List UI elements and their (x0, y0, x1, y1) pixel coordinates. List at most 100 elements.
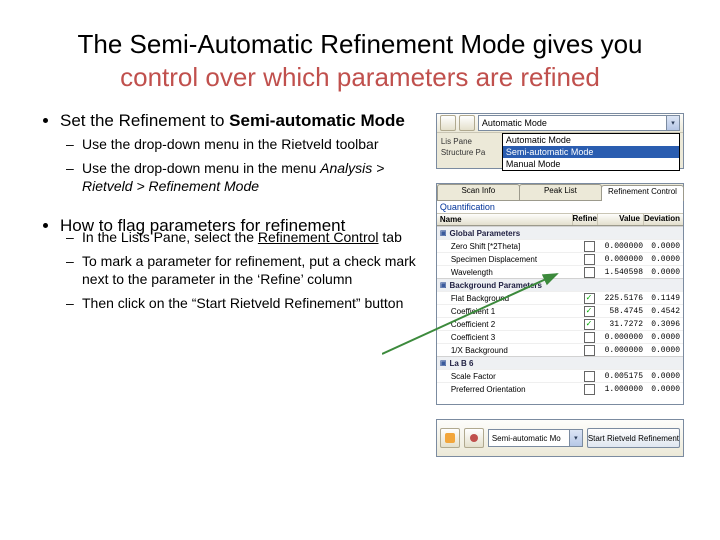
param-row: Flat Background ✓ 225.51760.1149 (437, 291, 683, 304)
text-column: Set the Refinement to Semi-automatic Mod… (36, 111, 426, 332)
refine-checkbox[interactable] (584, 267, 595, 278)
bullet-2-sub-1: In the Lists Pane, select the Refinement… (82, 228, 426, 246)
param-value: 0.000000 (601, 242, 646, 251)
refine-checkbox[interactable] (584, 332, 595, 343)
combo-value: Automatic Mode (482, 118, 547, 128)
refine-checkbox[interactable] (584, 371, 595, 382)
col-name: Name (437, 214, 573, 225)
bullet-2-sub-3: Then click on the “Start Rietveld Refine… (82, 294, 426, 312)
tab-peak-list[interactable]: Peak List (519, 184, 602, 200)
param-row: Zero Shift [*2Theta] 0.0000000.0000 (437, 239, 683, 252)
refine-checkbox[interactable]: ✓ (584, 293, 595, 304)
parameter-list: Global Parameters Zero Shift [*2Theta] 0.0… (437, 226, 683, 404)
screenshot-column: Automatic Mode Lis Pane Structure Pa Aut… (436, 111, 684, 457)
param-value: 1.540598 (601, 268, 646, 277)
refine-cell (577, 332, 601, 343)
param-name: Preferred Orientation (437, 385, 577, 394)
toolbar-button-icon[interactable] (459, 115, 475, 131)
param-group[interactable]: Background Parameters (437, 278, 683, 291)
param-row: Coefficient 2✓31.72720.3096 (437, 317, 683, 330)
chevron-down-icon[interactable] (666, 116, 679, 130)
pane-labels: Lis Pane Structure Pa (441, 136, 499, 158)
mode-combo[interactable]: Semi-automatic Mo (488, 429, 583, 447)
refinement-mode-combo[interactable]: Automatic Mode (478, 115, 680, 131)
refine-cell (577, 254, 601, 265)
refine-checkbox[interactable] (584, 384, 595, 395)
column-headers: Name Refine Value Deviation (437, 214, 683, 226)
refine-cell: ✓ (577, 306, 601, 317)
screenshot-start-toolbar: Semi-automatic Mo Start Rietveld Refinem… (436, 419, 684, 457)
param-name: Specimen Displacement (437, 255, 577, 264)
refine-checkbox[interactable] (584, 254, 595, 265)
screenshot-refinement-control: Scan Info Peak List Refinement Control Q… (436, 183, 684, 405)
param-row: Coefficient 3 0.0000000.0000 (437, 330, 683, 343)
mode-option-automatic[interactable]: Automatic Mode (503, 134, 679, 146)
param-deviation: 0.1149 (646, 294, 683, 303)
param-name: Flat Background (437, 294, 577, 303)
param-deviation: 0.4542 (646, 307, 683, 316)
refine-cell (577, 345, 601, 356)
tab-refinement-control[interactable]: Refinement Control (601, 185, 684, 201)
refine-cell: ✓ (577, 319, 601, 330)
param-deviation: 0.0000 (646, 242, 683, 251)
slide-body: Set the Refinement to Semi-automatic Mod… (36, 111, 684, 457)
param-name: Coefficient 1 (437, 307, 577, 316)
slide: The Semi-Automatic Refinement Mode gives… (0, 0, 720, 540)
refine-cell (577, 384, 601, 395)
param-row: Preferred Orientation 1.0000000.0000 (437, 382, 683, 395)
bullet-1-sub-2: Use the drop-down menu in the menu Analy… (82, 159, 426, 195)
param-value: 225.5176 (601, 294, 646, 303)
start-rietveld-button[interactable]: Start Rietveld Refinement (587, 428, 680, 448)
refine-checkbox[interactable]: ✓ (584, 319, 595, 330)
param-value: 1.000000 (601, 385, 646, 394)
param-deviation: 0.0000 (646, 372, 683, 381)
refine-checkbox[interactable] (584, 241, 595, 252)
param-deviation: 0.0000 (646, 268, 683, 277)
bullet-1: Set the Refinement to Semi-automatic Mod… (60, 111, 426, 196)
col-value: Value (598, 214, 644, 225)
bullet-1-sub-1: Use the drop-down menu in the Rietveld t… (82, 135, 426, 153)
tab-scan-info[interactable]: Scan Info (437, 184, 520, 200)
param-name: 1/X Background (437, 346, 577, 355)
toolbar-button-icon[interactable] (440, 115, 456, 131)
toolbar-record-icon[interactable] (464, 428, 484, 448)
param-name: Coefficient 3 (437, 333, 577, 342)
param-row: Specimen Displacement 0.0000000.0000 (437, 252, 683, 265)
screenshot-mode-dropdown: Automatic Mode Lis Pane Structure Pa Aut… (436, 113, 684, 169)
refine-cell (577, 241, 601, 252)
param-name: Zero Shift [*2Theta] (437, 242, 577, 251)
chevron-down-icon[interactable] (569, 430, 582, 446)
param-name: Coefficient 2 (437, 320, 577, 329)
refine-checkbox[interactable]: ✓ (584, 306, 595, 317)
mode-option-semiautomatic[interactable]: Semi-automatic Mode (503, 146, 679, 158)
param-deviation: 0.3096 (646, 320, 683, 329)
bullet-2-sub-2: To mark a parameter for refinement, put … (82, 252, 426, 288)
param-value: 0.005175 (601, 372, 646, 381)
param-row: 1/X Background 0.0000000.0000 (437, 343, 683, 356)
mode-option-manual[interactable]: Manual Mode (503, 158, 679, 170)
param-deviation: 0.0000 (646, 333, 683, 342)
param-group[interactable]: La B 6 (437, 356, 683, 369)
param-value: 0.000000 (601, 346, 646, 355)
refine-checkbox[interactable] (584, 345, 595, 356)
param-value: 0.000000 (601, 333, 646, 342)
toolbar-structure-icon[interactable] (440, 428, 460, 448)
param-deviation: 0.0000 (646, 255, 683, 264)
mode-dropdown-list[interactable]: Automatic Mode Semi-automatic Mode Manua… (502, 133, 680, 171)
param-row: Scale Factor0.0051750.0000 (437, 369, 683, 382)
param-value: 58.4745 (601, 307, 646, 316)
param-row: Wavelength1.5405980.0000 (437, 265, 683, 278)
col-deviation: Deviation (644, 214, 683, 225)
title-line1: The Semi-Automatic Refinement Mode gives… (77, 29, 642, 59)
param-row: Coefficient 1 ✓ 58.47450.4542 (437, 304, 683, 317)
slide-title: The Semi-Automatic Refinement Mode gives… (36, 28, 684, 93)
param-group[interactable]: Global Parameters (437, 226, 683, 239)
quantification-label: Quantification (437, 201, 683, 214)
refine-cell (577, 371, 601, 382)
title-line2: control over which parameters are refine… (120, 62, 600, 92)
lists-pane-tabs: Scan Info Peak List Refinement Control (437, 184, 683, 201)
param-value: 0.000000 (601, 255, 646, 264)
param-deviation: 0.0000 (646, 385, 683, 394)
col-refine: Refine (573, 214, 598, 225)
param-deviation: 0.0000 (646, 346, 683, 355)
